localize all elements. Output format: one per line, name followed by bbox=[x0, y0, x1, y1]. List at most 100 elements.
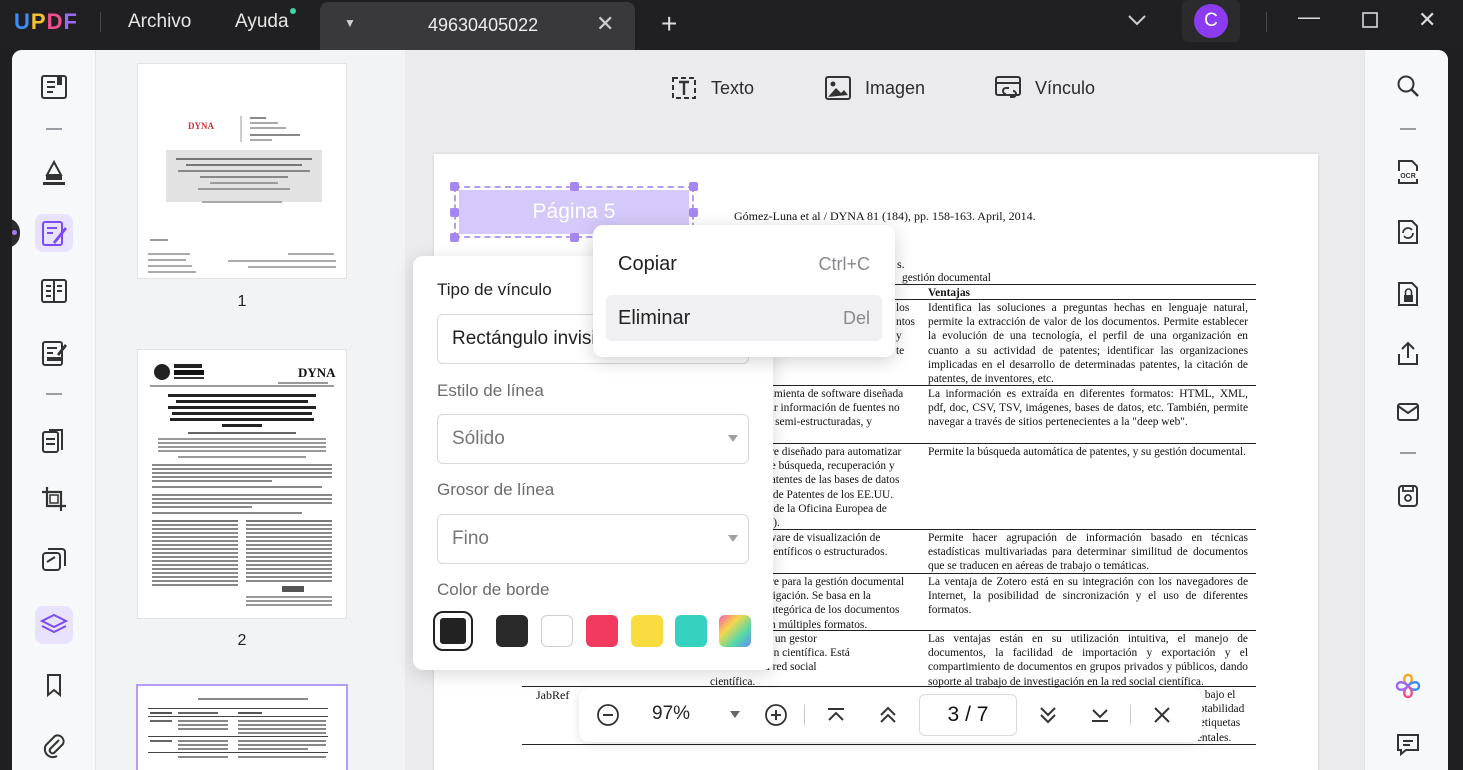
menu-item-copy-label: Copiar bbox=[618, 253, 677, 275]
layers-button[interactable] bbox=[35, 606, 73, 644]
reader-mode-button[interactable] bbox=[35, 68, 73, 106]
rail-divider bbox=[1400, 128, 1416, 130]
page-navigation-bar: 97% 3 / 7 bbox=[579, 688, 1202, 742]
menu-item-delete[interactable]: Eliminar Del bbox=[606, 295, 882, 341]
pages-icon bbox=[42, 429, 63, 453]
convert-button[interactable] bbox=[1394, 218, 1422, 246]
last-page-icon bbox=[1092, 709, 1108, 722]
page-layout-button[interactable] bbox=[35, 272, 73, 310]
line-width-value: Fino bbox=[452, 528, 489, 549]
close-navigation-button[interactable] bbox=[1149, 702, 1175, 728]
page-thumbnail-3[interactable] bbox=[138, 686, 346, 770]
page-thumbnail-2[interactable]: DYNA bbox=[138, 350, 346, 618]
left-tool-rail bbox=[12, 50, 96, 770]
menu-item-copy[interactable]: Copiar Ctrl+C bbox=[606, 241, 882, 287]
color-swatch-custom[interactable] bbox=[719, 615, 751, 647]
columns-icon bbox=[41, 279, 67, 303]
zoom-out-button[interactable] bbox=[595, 702, 621, 728]
first-page-button[interactable] bbox=[823, 702, 849, 728]
ai-assistant-icon bbox=[1395, 673, 1421, 699]
menu-archivo[interactable]: Archivo bbox=[128, 11, 191, 33]
fill-sign-button[interactable] bbox=[35, 334, 73, 372]
tab-close-icon[interactable]: ✕ bbox=[596, 11, 614, 37]
zoom-dropdown-icon[interactable] bbox=[730, 711, 740, 718]
page-separator: / bbox=[965, 703, 971, 726]
attachment-button[interactable] bbox=[35, 726, 73, 764]
convert-icon bbox=[1398, 220, 1418, 244]
minimize-icon[interactable]: — bbox=[1298, 4, 1320, 30]
resize-handle[interactable] bbox=[689, 208, 698, 217]
table-rule bbox=[522, 744, 1256, 745]
mail-icon bbox=[1397, 403, 1419, 421]
table-cell: Permite la búsqueda automática de patent… bbox=[928, 446, 1246, 458]
color-swatch-white[interactable] bbox=[541, 615, 573, 647]
border-color-label: Color de borde bbox=[437, 580, 550, 599]
zoom-in-button[interactable] bbox=[763, 702, 789, 728]
resize-handle[interactable] bbox=[450, 182, 459, 191]
ocr-button[interactable]: OCR bbox=[1394, 158, 1422, 186]
menu-item-delete-shortcut: Del bbox=[842, 308, 870, 328]
table-cell: Permite hacer agrupación de información … bbox=[928, 532, 1248, 573]
protect-button[interactable] bbox=[35, 540, 73, 578]
page-thumbnail-1[interactable]: DYNA bbox=[138, 64, 346, 278]
edit-document-icon bbox=[42, 221, 67, 246]
thumbnail-panel: DYNA 1 DYNA 2 bbox=[97, 50, 404, 770]
tab-dropdown-icon[interactable]: ▼ bbox=[344, 16, 356, 30]
last-page-button[interactable] bbox=[1087, 702, 1113, 728]
add-image-label: Imagen bbox=[865, 77, 926, 98]
resize-handle[interactable] bbox=[450, 233, 459, 242]
search-button[interactable] bbox=[1394, 72, 1422, 100]
resize-handle[interactable] bbox=[689, 182, 698, 191]
next-page-button[interactable] bbox=[1035, 702, 1061, 728]
text-box-icon bbox=[672, 77, 696, 99]
share-button[interactable] bbox=[1394, 340, 1422, 368]
double-chevron-up-icon bbox=[880, 706, 896, 723]
line-width-select[interactable]: Fino bbox=[437, 514, 749, 564]
edit-pdf-button[interactable] bbox=[35, 214, 73, 252]
context-menu: Copiar Ctrl+C Eliminar Del bbox=[593, 225, 895, 357]
add-link-tool[interactable]: Vínculo bbox=[993, 74, 1095, 102]
comment-button[interactable] bbox=[35, 154, 73, 192]
svg-text:OCR: OCR bbox=[1400, 173, 1416, 180]
add-text-tool[interactable]: Texto bbox=[669, 74, 754, 102]
table-cell: La información es extraída en diferentes… bbox=[928, 388, 1248, 429]
save-button[interactable] bbox=[1394, 482, 1422, 510]
maximize-icon[interactable] bbox=[1362, 12, 1378, 28]
table-cell: tware de visualización de científicos o … bbox=[765, 532, 888, 559]
comment-icon bbox=[1397, 734, 1419, 757]
color-swatch-black-selected[interactable] bbox=[433, 611, 473, 651]
avatar[interactable]: C bbox=[1194, 4, 1228, 38]
resize-handle[interactable] bbox=[450, 208, 459, 217]
resize-handle[interactable] bbox=[570, 182, 579, 191]
color-swatch-dark[interactable] bbox=[496, 615, 528, 647]
total-pages: 7 bbox=[976, 703, 989, 726]
form-icon bbox=[42, 341, 67, 366]
rail-divider-2 bbox=[46, 393, 62, 395]
first-page-icon bbox=[828, 708, 844, 721]
page-indicator[interactable]: 3 / 7 bbox=[919, 694, 1017, 736]
thumbnail-1-label: 1 bbox=[237, 293, 247, 310]
crop-button[interactable] bbox=[35, 480, 73, 518]
protect-document-button[interactable] bbox=[1394, 280, 1422, 308]
document-tab[interactable]: ▼ 49630405022 ✕ bbox=[320, 2, 635, 50]
color-swatch-red[interactable] bbox=[586, 615, 618, 647]
line-width-label: Grosor de línea bbox=[437, 480, 555, 499]
add-image-tool[interactable]: Imagen bbox=[823, 74, 925, 102]
comments-button[interactable] bbox=[1394, 730, 1422, 758]
menu-ayuda[interactable]: Ayuda bbox=[235, 11, 289, 33]
ai-assistant-button[interactable] bbox=[1394, 672, 1422, 700]
previous-page-button[interactable] bbox=[875, 702, 901, 728]
color-swatch-yellow[interactable] bbox=[631, 615, 663, 647]
new-tab-icon[interactable]: + bbox=[661, 8, 677, 40]
search-icon bbox=[1397, 75, 1419, 97]
bookmark-button[interactable] bbox=[35, 666, 73, 704]
resize-handle[interactable] bbox=[570, 233, 579, 242]
organize-pages-button[interactable] bbox=[35, 422, 73, 460]
color-swatch-teal[interactable] bbox=[675, 615, 707, 647]
table-cell: Las ventajas están en su utilización int… bbox=[928, 633, 1248, 688]
line-style-select[interactable]: Sólido bbox=[437, 414, 749, 464]
chevron-down-icon[interactable] bbox=[1126, 12, 1148, 28]
window-close-icon[interactable]: ✕ bbox=[1418, 7, 1436, 33]
zoom-level[interactable]: 97% bbox=[652, 703, 690, 725]
email-button[interactable] bbox=[1394, 398, 1422, 426]
